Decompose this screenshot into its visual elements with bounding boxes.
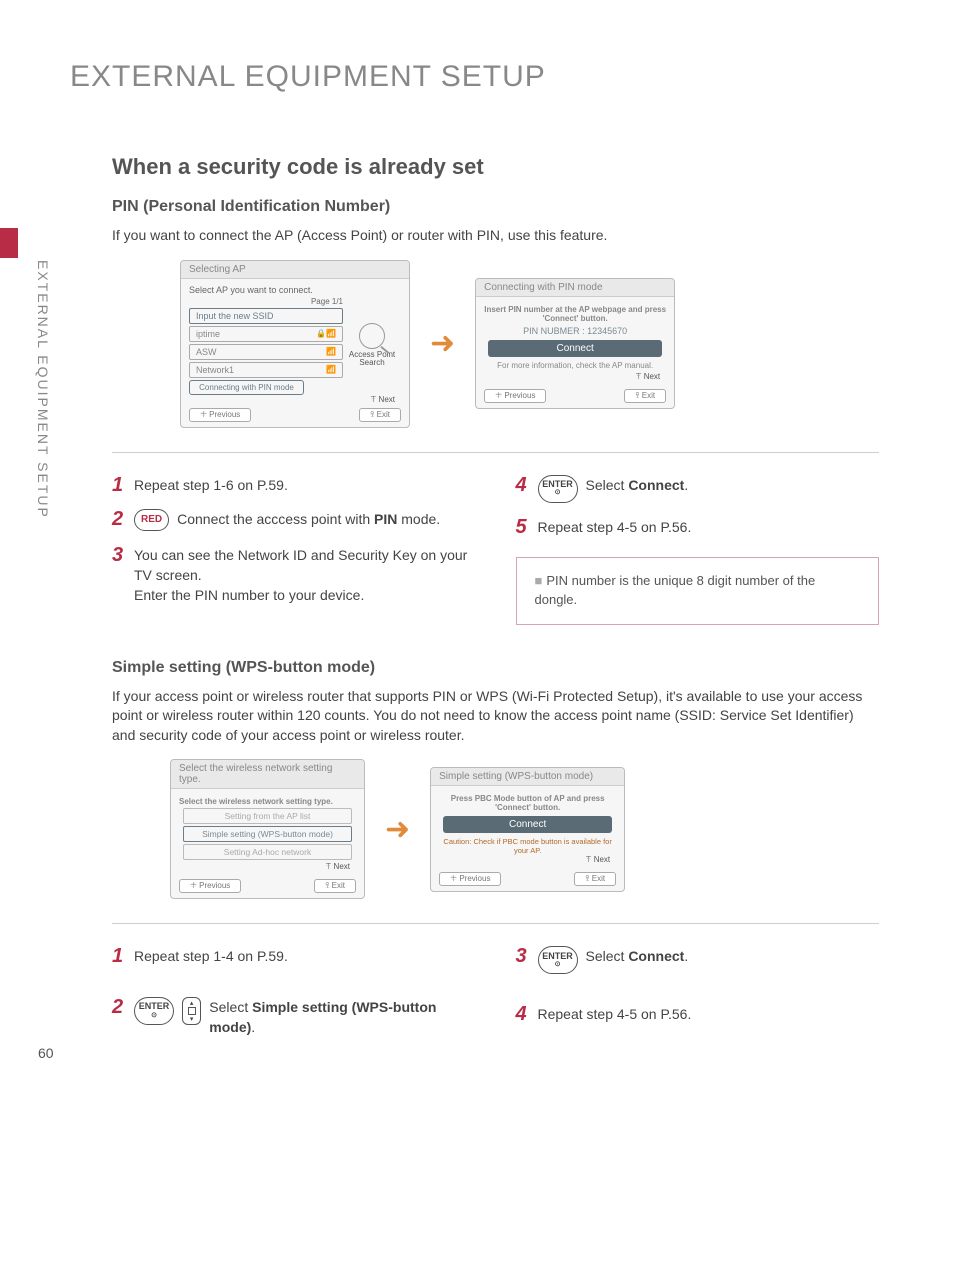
arrow-icon: ➜ [385, 812, 410, 847]
signal-icon: 📶 [326, 365, 336, 374]
pin-mode-button[interactable]: Connecting with PIN mode [189, 380, 304, 395]
ap-row[interactable]: Network1📶 [189, 362, 343, 378]
caution-text: Caution: Check if PBC mode button is ava… [439, 837, 616, 855]
enter-button-icon: ENTER⊙ [134, 997, 174, 1025]
divider [112, 923, 879, 924]
step-number: 2 [112, 509, 126, 529]
nav-updown-icon: ▴▾ [182, 997, 201, 1025]
previous-button[interactable]: ꔰ Previous [189, 408, 251, 422]
step-text: Repeat step 4-5 on P.56. [538, 1004, 692, 1024]
step-text: Repeat step 4-5 on P.56. [538, 517, 692, 537]
page-number: 60 [38, 1045, 54, 1061]
panel-selecting-ap: Selecting AP Select AP you want to conne… [180, 260, 410, 428]
panel-instruction: Press PBC Mode button of AP and press 'C… [439, 794, 616, 812]
step-number: 3 [516, 946, 530, 966]
panel-page-indicator: Page 1/1 [189, 297, 343, 306]
input-ssid-row[interactable]: Input the new SSID [189, 308, 343, 324]
enter-button-icon: ENTER⊙ [538, 946, 578, 974]
intro-wps: If your access point or wireless router … [112, 687, 879, 746]
exit-button[interactable]: ꕉ Exit [359, 408, 401, 422]
step-number: 1 [112, 475, 126, 495]
panel-title: Connecting with PIN mode [476, 279, 674, 297]
subheading-pin: PIN (Personal Identification Number) [112, 198, 879, 216]
subheading-wps: Simple setting (WPS-button mode) [112, 659, 879, 677]
panel-wps-connect: Simple setting (WPS-button mode) Press P… [430, 767, 625, 892]
screenshot-row-wps: Select the wireless network setting type… [170, 759, 879, 899]
section-heading-security: When a security code is already set [112, 154, 879, 180]
next-hint: ꔉ Next [189, 395, 401, 405]
step-text: Select Simple setting (WPS-button mode). [209, 997, 475, 1038]
exit-button[interactable]: ꕉ Exit [314, 879, 356, 893]
connect-button[interactable]: Connect [488, 340, 662, 357]
steps-pin: 1 Repeat step 1-6 on P.59. 2 RED Connect… [112, 469, 879, 625]
bullet-icon: ■ [535, 573, 543, 588]
pin-number-value: PIN NUBMER : 12345670 [484, 326, 666, 336]
step-text: Select Connect. [586, 475, 689, 495]
previous-button[interactable]: ꔰ Previous [484, 389, 546, 403]
arrow-icon: ➜ [430, 326, 455, 361]
next-hint: ꔉ Next [484, 372, 666, 382]
step-number: 1 [112, 946, 126, 966]
step-number: 4 [516, 1004, 530, 1024]
option-ap-list[interactable]: Setting from the AP list [183, 808, 352, 824]
next-hint: ꔉ Next [179, 862, 356, 872]
side-section-label: EXTERNAL EQUIPMENT SETUP [35, 260, 51, 519]
ap-row[interactable]: ASW📶 [189, 344, 343, 360]
panel-instruction: Insert PIN number at the AP webpage and … [484, 305, 666, 323]
panel-connecting-pin: Connecting with PIN mode Insert PIN numb… [475, 278, 675, 409]
note-box: ■PIN number is the unique 8 digit number… [516, 557, 880, 625]
enter-button-icon: ENTER⊙ [538, 475, 578, 503]
step-text: Repeat step 1-4 on P.59. [134, 946, 288, 966]
magnifier-icon [359, 323, 385, 349]
option-adhoc[interactable]: Setting Ad-hoc network [183, 844, 352, 860]
panel-title: Simple setting (WPS-button mode) [431, 768, 624, 786]
panel-title: Selecting AP [181, 261, 409, 279]
page-title: EXTERNAL EQUIPMENT SETUP [70, 60, 879, 94]
search-label: Access Point Search [343, 351, 401, 369]
red-button-icon: RED [134, 509, 169, 531]
option-wps[interactable]: Simple setting (WPS-button mode) [183, 826, 352, 842]
exit-button[interactable]: ꕉ Exit [624, 389, 666, 403]
lock-signal-icon: 🔒📶 [316, 329, 336, 338]
panel-title: Select the wireless network setting type… [171, 760, 364, 789]
screenshot-row-pin: Selecting AP Select AP you want to conne… [180, 260, 879, 428]
panel-subtitle: Select the wireless network setting type… [179, 797, 356, 806]
panel-subtitle: Select AP you want to connect. [189, 285, 401, 295]
step-number: 3 [112, 545, 126, 565]
step-number: 2 [112, 997, 126, 1017]
next-hint: ꔉ Next [439, 855, 616, 865]
step-number: 5 [516, 517, 530, 537]
step-text: Select Connect. [586, 946, 689, 966]
intro-pin: If you want to connect the AP (Access Po… [112, 226, 879, 246]
exit-button[interactable]: ꕉ Exit [574, 872, 616, 886]
panel-select-type: Select the wireless network setting type… [170, 759, 365, 899]
connect-button[interactable]: Connect [443, 816, 612, 833]
step-text: You can see the Network ID and Security … [134, 545, 476, 606]
step-text: Repeat step 1-6 on P.59. [134, 475, 288, 495]
previous-button[interactable]: ꔰ Previous [179, 879, 241, 893]
accent-tab [0, 228, 18, 258]
step-number: 4 [516, 475, 530, 495]
steps-wps: 1 Repeat step 1-4 on P.59. 2 ENTER⊙ ▴▾ S… [112, 940, 879, 1051]
panel-info: For more information, check the AP manua… [484, 361, 666, 370]
divider [112, 452, 879, 453]
previous-button[interactable]: ꔰ Previous [439, 872, 501, 886]
signal-icon: 📶 [326, 347, 336, 356]
ap-row[interactable]: iptime🔒📶 [189, 326, 343, 342]
step-text: Connect the acccess point with PIN mode. [177, 509, 440, 529]
